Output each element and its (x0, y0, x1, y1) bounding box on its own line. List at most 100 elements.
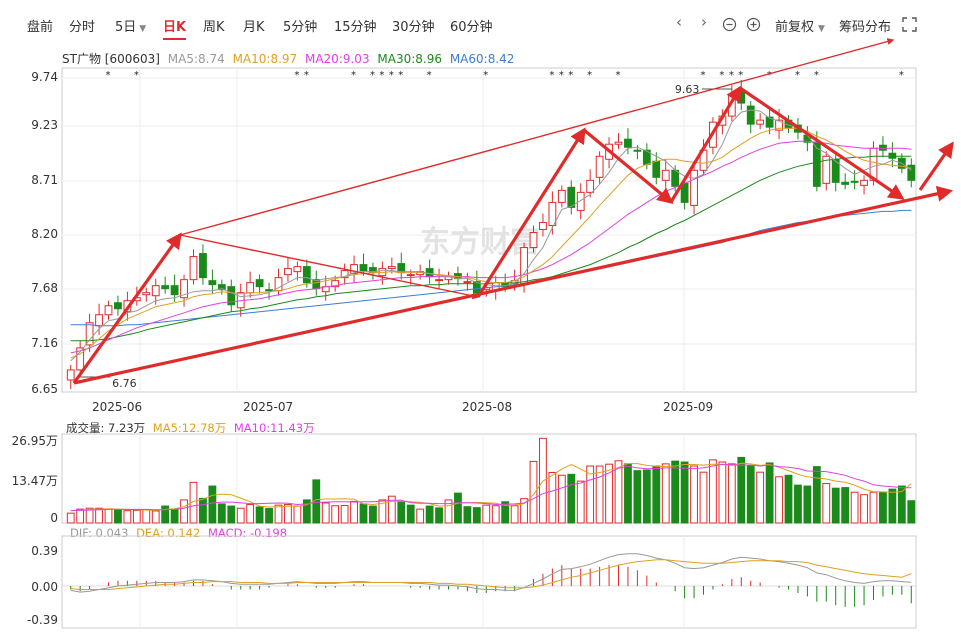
candle-body (189, 256, 198, 281)
signal-marker: * (729, 70, 734, 81)
signal-marker: * (568, 70, 573, 81)
candle (180, 274, 188, 307)
volume-bar (888, 488, 897, 524)
stock-chart[interactable]: 东方财富* * * * * * * * * * * * * * * * * * * * * * * *6.769.63 (0, 0, 961, 633)
volume-bar (652, 465, 661, 524)
candle (756, 113, 765, 130)
candle (199, 244, 207, 285)
candle (350, 255, 358, 283)
volume-bar (567, 473, 576, 524)
volume-bar (576, 480, 585, 524)
signal-marker: * (899, 70, 904, 81)
volume-bar (718, 461, 727, 524)
candle (246, 271, 255, 298)
volume-bar (180, 499, 188, 524)
signal-marker: * (134, 70, 139, 81)
volume-bar (557, 474, 566, 524)
volume-bar (123, 510, 132, 524)
candle-body (557, 189, 566, 203)
volume-bar (170, 508, 179, 524)
trend-arrow (918, 141, 954, 191)
candle-body (293, 266, 302, 273)
candle (340, 263, 349, 285)
volume-bar (822, 483, 831, 524)
volume-bar (850, 491, 859, 524)
signal-marker: * (304, 70, 309, 81)
volume-bar (208, 485, 217, 524)
candle-body (661, 169, 670, 181)
volume-bar (709, 459, 717, 524)
volume-bar (548, 471, 557, 524)
volume-bar (746, 465, 755, 524)
volume-bar (350, 500, 358, 524)
candle (539, 213, 547, 237)
candle (425, 259, 434, 284)
candle-body (246, 282, 255, 294)
volume-bar (690, 465, 698, 524)
trend-arrow (73, 185, 954, 385)
signal-marker: * (398, 70, 403, 81)
volume-bar (860, 494, 868, 524)
volume-bar (454, 492, 462, 524)
volume-bar (104, 508, 113, 524)
candle (586, 169, 595, 198)
volume-bar (66, 512, 75, 524)
signal-marker: * (559, 70, 564, 81)
signal-marker: * (483, 70, 488, 81)
volume-bar (114, 509, 122, 524)
candle (85, 313, 94, 352)
candle-body (66, 369, 75, 381)
candle-body (860, 179, 868, 186)
signal-marker: * (587, 70, 592, 81)
signal-marker: * (767, 70, 772, 81)
candle-body (756, 119, 765, 125)
volume-bar (841, 487, 850, 524)
signal-marker: * (701, 70, 706, 81)
signal-marker: * (106, 70, 111, 81)
trend-arrow (669, 85, 742, 203)
volume-bar (699, 471, 708, 524)
candle-body (387, 266, 396, 270)
candle (463, 272, 472, 291)
volume-bar (727, 463, 736, 524)
candle (831, 152, 840, 192)
candle (227, 279, 236, 312)
volume-bar (756, 471, 765, 524)
candle-body (435, 279, 443, 282)
signal-marker: * (389, 70, 394, 81)
volume-bar (199, 497, 207, 524)
volume-bar (765, 462, 774, 524)
volume-bar (812, 466, 821, 524)
candle-body (265, 289, 273, 292)
volume-bar (236, 507, 245, 524)
dea-line (70, 559, 912, 590)
volume-bar (586, 465, 595, 524)
volume-bar (624, 463, 632, 524)
volume-bar (227, 505, 236, 524)
volume-bar (369, 505, 377, 524)
volume-bar (879, 491, 887, 524)
volume-bar (284, 504, 292, 524)
candle-body (671, 169, 680, 187)
candle (567, 180, 576, 215)
low-annotation: 6.76 (112, 377, 136, 390)
signal-marker: * (294, 70, 299, 81)
candle-body (652, 160, 661, 178)
signal-marker: * (616, 70, 621, 81)
candle-body (406, 274, 415, 277)
signal-marker: * (719, 70, 724, 81)
signal-marker: * (427, 70, 432, 81)
candle-body (208, 280, 217, 286)
volume-bar (737, 456, 746, 524)
candle-body (746, 105, 755, 125)
volume-bar (803, 485, 812, 524)
panel-frame (61, 535, 917, 629)
candle (274, 268, 283, 296)
candle-body (302, 266, 311, 284)
candle-body (170, 285, 179, 296)
volume-bar (907, 500, 916, 524)
trend-arrow (72, 232, 182, 384)
volume-bar (491, 505, 500, 524)
candle (189, 249, 198, 285)
candle (444, 271, 453, 285)
